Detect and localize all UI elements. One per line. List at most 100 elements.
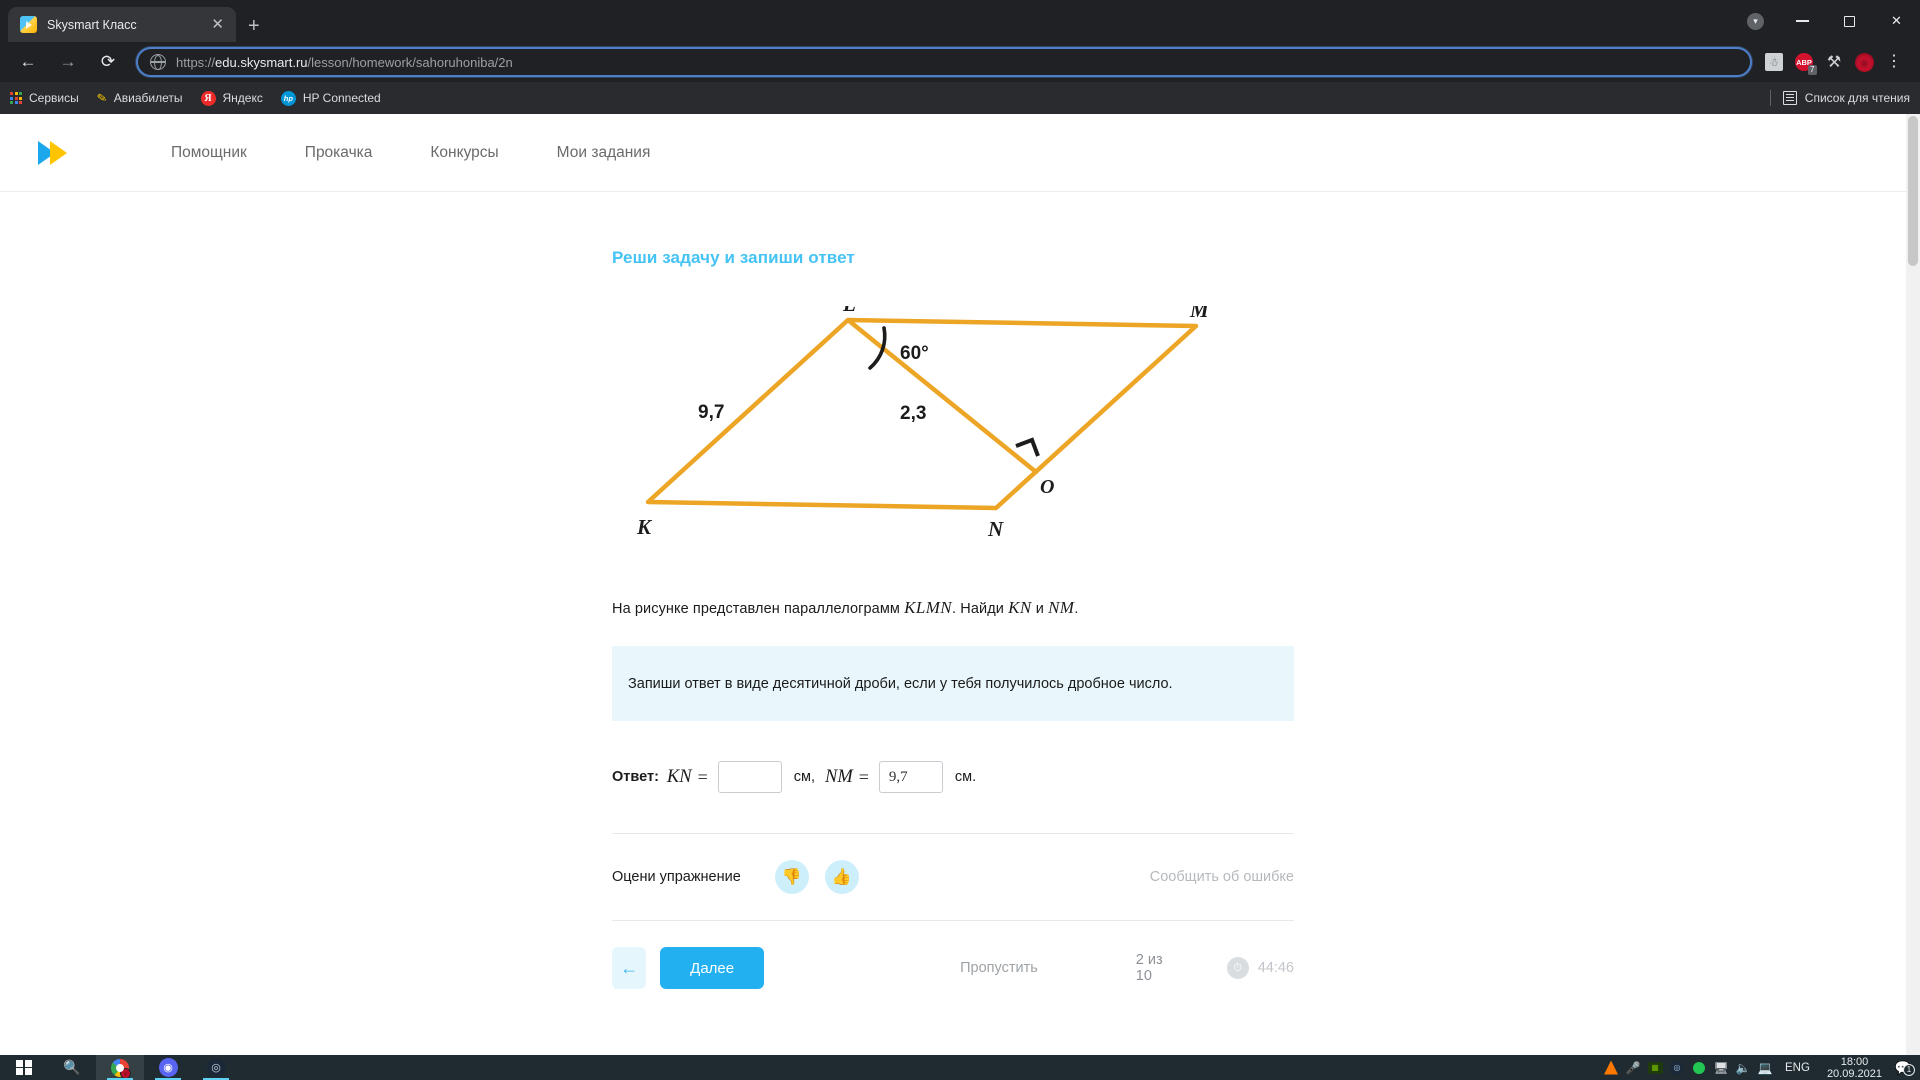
problem-statement: На рисунке представлен параллелограмм KL… xyxy=(612,598,1920,618)
discord-icon: ◉ xyxy=(158,1058,178,1077)
page-scrollbar[interactable] xyxy=(1906,114,1920,1055)
profile-chip-button[interactable]: ▾ xyxy=(1732,0,1779,42)
start-button[interactable] xyxy=(0,1055,48,1080)
bookmark-hp-connected[interactable]: hp HP Connected xyxy=(280,90,381,106)
globe-icon xyxy=(150,54,166,70)
tray-green-status-icon[interactable] xyxy=(1688,1061,1710,1074)
tray-clock[interactable]: 18:00 20.09.2021 xyxy=(1819,1056,1890,1080)
profile-avatar-icon[interactable] xyxy=(1850,48,1878,76)
minimize-icon xyxy=(1796,20,1809,22)
vertex-label-L: L xyxy=(842,306,856,316)
tray-network-icon[interactable]: 🖥 xyxy=(1710,1061,1732,1075)
tray-language[interactable]: ENG xyxy=(1776,1062,1819,1074)
extensions-puzzle-icon[interactable]: ⚒ xyxy=(1820,48,1848,76)
divider-bottom xyxy=(612,920,1294,921)
tab-title: Skysmart Класс xyxy=(47,17,137,32)
tray-volume-icon[interactable]: 🔈 xyxy=(1732,1061,1754,1075)
pencil-icon: ✎ xyxy=(95,90,108,106)
nav-item-pomoshnik[interactable]: Помощник xyxy=(142,144,276,162)
address-bar-url: https://edu.skysmart.ru/lesson/homework/… xyxy=(176,54,513,70)
steam-icon: ◎ xyxy=(206,1058,226,1077)
skysmart-favicon-icon xyxy=(20,16,37,33)
answer-term-nm: NM xyxy=(825,766,853,787)
taskbar-discord[interactable]: ◉ xyxy=(144,1055,192,1080)
footer-row: ← Далее Пропустить 2 из 10 ⏱ 44:46 xyxy=(612,947,1294,989)
previous-button[interactable]: ← xyxy=(612,947,647,989)
thumbs-down-icon[interactable]: 👎 xyxy=(774,860,809,894)
timer: ⏱ 44:46 xyxy=(1226,957,1294,979)
skysmart-logo-icon[interactable] xyxy=(38,138,80,168)
bookmark-services[interactable]: Сервисы xyxy=(10,91,79,105)
hint-text: Запиши ответ в виде десятичной дроби, ес… xyxy=(628,676,1173,692)
browser-window: Skysmart Класс ✕ + ▾ ✕ ← → ⟳ https://edu… xyxy=(0,0,1920,1055)
problem-end: . xyxy=(1074,601,1079,617)
bookmark-aviabilety[interactable]: ✎ Авиабилеты xyxy=(95,90,183,106)
vertex-label-O: O xyxy=(1040,476,1054,498)
tab-strip: Skysmart Класс ✕ + ▾ ✕ xyxy=(0,0,1920,42)
taskbar-chrome[interactable] xyxy=(96,1055,144,1080)
address-bar[interactable]: https://edu.skysmart.ru/lesson/homework/… xyxy=(136,47,1752,77)
geometry-svg: K L M N O 9,7 2,3 60° xyxy=(636,292,1210,541)
maximize-button[interactable] xyxy=(1826,0,1873,42)
adblock-plus-icon[interactable]: ABP 7 xyxy=(1790,48,1818,76)
bookmark-hp-connected-label: HP Connected xyxy=(302,91,381,105)
divider xyxy=(1769,90,1771,106)
hp-icon: hp xyxy=(280,90,296,106)
answer-unit-1: см, xyxy=(793,769,815,785)
taskbar-steam[interactable]: ◎ xyxy=(192,1055,240,1080)
forward-button[interactable]: → xyxy=(52,46,84,78)
right-angle-mark xyxy=(1015,437,1040,457)
problem-math-nm: NM xyxy=(1048,598,1075,617)
equals-sign-1: = xyxy=(697,766,708,787)
reading-list-button[interactable]: Список для чтения xyxy=(1769,90,1910,106)
answer-term-kn: KN xyxy=(666,766,692,787)
problem-math-kn: KN xyxy=(1008,598,1032,617)
extension-gray-glyph: ☃ xyxy=(1769,56,1779,69)
site-nav: Помощник Прокачка Конкурсы Мои задания xyxy=(142,144,679,162)
measure-angle-L: 60° xyxy=(900,343,929,364)
next-button[interactable]: Далее xyxy=(660,947,765,989)
rating-row: Оцени упражнение 👎 👍 Сообщить об ошибке xyxy=(612,860,1294,894)
nav-item-konkursy[interactable]: Конкурсы xyxy=(401,144,527,162)
tray-microphone-icon[interactable]: 🎤 xyxy=(1622,1061,1644,1075)
notification-icon[interactable]: 💬 1 xyxy=(1890,1060,1916,1076)
extension-gray-icon[interactable]: ☃ xyxy=(1760,48,1788,76)
tray-display-icon[interactable]: 💻 xyxy=(1754,1061,1776,1075)
report-error-link[interactable]: Сообщить об ошибке xyxy=(1150,869,1294,885)
toolbar-extensions: ☃ ABP 7 ⚒ ⋮ xyxy=(1760,48,1912,76)
tray-avast-icon[interactable] xyxy=(1600,1060,1622,1075)
scrollbar-thumb[interactable] xyxy=(1908,116,1918,266)
start-icon xyxy=(16,1059,32,1076)
answer-input-nm[interactable] xyxy=(878,761,943,793)
skip-link[interactable]: Пропустить xyxy=(960,960,1038,976)
nav-item-prokachka[interactable]: Прокачка xyxy=(276,144,402,162)
answer-input-kn[interactable] xyxy=(717,761,782,793)
tray-date: 20.09.2021 xyxy=(1826,1067,1882,1080)
system-tray: 🎤 ▦ ◎ 🖥 🔈 💻 ENG 18:00 20.09.2021 💬 1 xyxy=(1600,1055,1920,1080)
reading-list-label: Список для чтения xyxy=(1804,91,1910,105)
tab-close-icon[interactable]: ✕ xyxy=(207,15,228,34)
back-button[interactable]: ← xyxy=(12,46,44,78)
abp-badge: 7 xyxy=(1807,65,1817,75)
thumbs-up-icon[interactable]: 👍 xyxy=(824,860,859,894)
problem-and: и xyxy=(1031,601,1049,617)
timer-value: 44:46 xyxy=(1257,960,1294,976)
minimize-button[interactable] xyxy=(1779,0,1826,42)
progress-indicator: 2 из 10 xyxy=(1135,952,1163,984)
apps-grid-icon xyxy=(10,92,22,104)
new-tab-button[interactable]: + xyxy=(248,16,260,36)
measure-segment-LO: 2,3 xyxy=(900,403,926,424)
tray-nvidia-icon[interactable]: ▦ xyxy=(1644,1061,1666,1074)
taskbar-search-button[interactable]: 🔍 xyxy=(48,1055,96,1080)
chrome-menu-icon[interactable]: ⋮ xyxy=(1880,48,1908,76)
maximize-icon xyxy=(1844,15,1855,27)
reload-button[interactable]: ⟳ xyxy=(92,46,124,78)
address-bar-host: edu.skysmart.ru xyxy=(215,54,308,70)
bookmark-yandex[interactable]: Я Яндекс xyxy=(200,90,263,106)
nav-item-moi-zadaniya[interactable]: Мои задания xyxy=(528,144,680,162)
close-window-button[interactable]: ✕ xyxy=(1873,0,1920,42)
problem-prefix: На рисунке представлен параллелограмм xyxy=(612,601,905,617)
tray-steam-icon[interactable]: ◎ xyxy=(1666,1060,1688,1075)
browser-tab[interactable]: Skysmart Класс ✕ xyxy=(8,7,236,42)
bookmark-yandex-label: Яндекс xyxy=(222,91,263,105)
